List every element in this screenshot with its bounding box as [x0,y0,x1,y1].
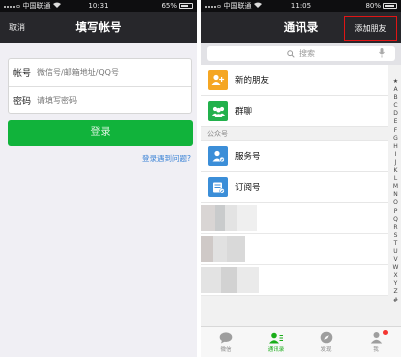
carrier-label: 中国联通 [223,2,252,10]
group-chat-row[interactable]: 群聊 [201,96,388,127]
status-bar: 中国联通 11:05 80% [201,0,401,12]
index-letter[interactable]: ★ [390,78,401,86]
search-input[interactable]: 搜索 [207,46,395,61]
status-time: 10:31 [88,2,109,10]
account-row: 帐号 [9,59,191,86]
status-bar: 中国联通 10:31 65% [0,0,197,12]
tab-label: 发现 [320,347,332,353]
index-letter[interactable]: V [390,256,401,264]
tab-label: 我 [373,347,379,353]
index-letter[interactable]: K [390,167,401,175]
signal-icon [4,0,21,12]
index-letter[interactable]: I [390,151,401,159]
row-label: 新的朋友 [235,76,270,86]
service-account-row[interactable]: 服务号 [201,141,388,172]
signal-icon [205,0,222,12]
add-friend-button[interactable]: 添加朋友 [344,16,397,41]
wifi-icon [52,0,61,12]
contacts-icon [269,332,283,343]
subscription-row[interactable]: 订阅号 [201,172,388,203]
login-screen: 中国联通 10:31 65% 取消 填写帐号 帐号 密码 [0,0,197,357]
blurred-contact-row[interactable] [201,234,388,265]
battery-icon [179,3,193,9]
blurred-contact-row[interactable] [201,203,388,234]
index-letter[interactable]: U [390,248,401,256]
index-letter[interactable]: C [390,102,401,110]
index-letter[interactable]: G [390,135,401,143]
compass-icon [320,331,332,344]
login-help-link[interactable]: 登录遇到问题? [142,153,191,164]
index-letter[interactable]: W [390,264,401,272]
tab-contacts[interactable]: 通讯录 [251,327,301,357]
index-letter[interactable]: H [390,143,401,151]
index-letter[interactable]: Y [390,280,401,288]
subscription-icon [208,177,228,197]
me-icon [370,332,382,344]
index-letter[interactable]: M [390,183,401,191]
group-chat-icon [208,101,228,121]
status-time: 11:05 [290,2,312,10]
index-letter[interactable]: N [390,191,401,199]
tab-label: 通讯录 [267,346,285,353]
tab-discover[interactable]: 发现 [301,327,351,357]
password-input[interactable] [37,95,182,105]
tab-label: 微信 [220,346,232,353]
tab-chats[interactable]: 微信 [201,327,251,357]
index-letter[interactable]: S [390,232,401,240]
index-letter[interactable]: Q [390,216,401,224]
carrier-label: 中国联通 [22,2,51,10]
new-friends-row[interactable]: 新的朋友 [201,65,388,96]
index-letter[interactable]: E [390,118,401,126]
password-label: 密码 [13,96,32,107]
contacts-nav-bar: 通讯录 添加朋友 [201,12,401,43]
index-letter[interactable]: P [390,208,401,216]
login-nav-bar: 取消 填写帐号 [0,12,197,43]
index-letter[interactable]: O [390,199,401,207]
blurred-contact-row[interactable] [201,265,388,296]
wifi-icon [253,0,262,12]
notification-dot [383,330,388,335]
add-friend-icon [208,70,228,90]
account-label: 帐号 [13,69,32,79]
login-button[interactable]: 登录 [8,120,193,146]
index-letter[interactable]: B [390,94,401,102]
tab-me[interactable]: 我 [351,327,401,357]
battery-percent: 80% [365,2,381,10]
official-accounts-header: 公众号 [201,127,388,141]
search-placeholder: 搜索 [299,49,315,58]
search-icon [287,49,295,58]
microphone-icon[interactable] [379,48,385,58]
battery-percent: 65% [161,2,177,10]
battery-icon [383,3,397,9]
index-letter[interactable]: R [390,224,401,232]
account-input[interactable] [37,68,182,77]
index-letter[interactable]: D [390,110,401,118]
row-label: 服务号 [235,152,261,162]
index-letter[interactable]: T [390,240,401,248]
index-letter[interactable]: Z [390,288,401,296]
index-letter[interactable]: # [390,297,401,305]
index-letter[interactable]: A [390,86,401,94]
search-area: 搜索 [201,43,401,65]
row-label: 群聊 [235,107,253,117]
password-row: 密码 [9,86,191,113]
service-account-icon [208,146,228,166]
contacts-list: 新的朋友 群聊 公众号 服务号 订阅号 [201,65,388,296]
page-title: 填写帐号 [75,20,122,34]
alphabet-index[interactable]: ★ A B C D E F G H I J K L M N O P Q R S T U V W X Y Z # [390,78,401,305]
contacts-screen: 中国联通 11:05 80% 通讯录 添加朋友 搜索 新的朋友 群聊 公众号 服… [201,0,401,357]
index-letter[interactable]: L [390,175,401,183]
index-letter[interactable]: X [390,272,401,280]
login-form: 帐号 密码 [8,58,192,114]
chat-bubble-icon [219,331,233,343]
row-label: 订阅号 [235,183,261,193]
index-letter[interactable]: J [390,159,401,167]
tab-bar: 微信 通讯录 发现 我 [201,326,401,357]
screenshot-root: 中国联通 10:31 65% 取消 填写帐号 帐号 密码 [0,0,401,357]
index-letter[interactable]: F [390,127,401,135]
